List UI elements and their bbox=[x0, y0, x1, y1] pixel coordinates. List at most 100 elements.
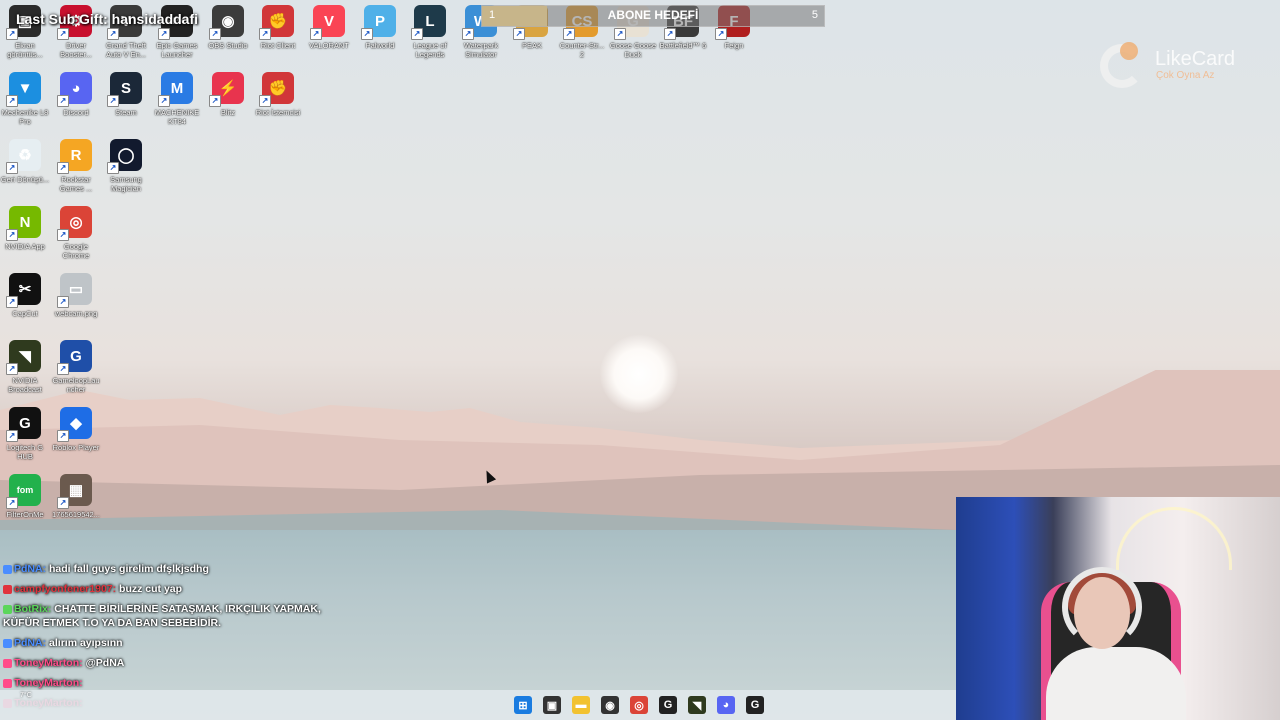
shortcut-arrow-icon: ↗ bbox=[158, 28, 170, 40]
desktop-icon-label: Mechenike L8 Pro bbox=[1, 108, 49, 126]
desktop-icon-label: CapCut bbox=[12, 309, 38, 318]
mechenike-icon: ▼ ↗ bbox=[6, 72, 41, 107]
shortcut-arrow-icon: ↗ bbox=[6, 162, 18, 174]
desktop-icon[interactable]: ◥ ↗ NVIDIA Broadcast bbox=[0, 340, 50, 394]
desktop-icon[interactable]: ✊ ↗ Riot Client bbox=[253, 5, 303, 50]
desktop-icon-label: MACHENIKE KT84 bbox=[154, 108, 200, 126]
desktop-icon[interactable]: ◯ ↗ Samsung Magician bbox=[101, 139, 151, 193]
riot-istemcisi-icon: ✊ ↗ bbox=[259, 72, 294, 107]
desktop-icon-label: Riot Client bbox=[260, 41, 296, 50]
weather-widget[interactable]: 7°C bbox=[20, 692, 32, 699]
desktop-icon[interactable]: ⚡ ↗ Blitz bbox=[203, 72, 253, 117]
desktop-icon[interactable]: P ↗ Palworld bbox=[355, 5, 405, 50]
riot-client-icon: ✊ ↗ bbox=[259, 5, 294, 40]
desktop-icon[interactable]: ✂ ↗ CapCut bbox=[0, 273, 50, 318]
desktop-icon[interactable]: L ↗ League of Legends bbox=[405, 5, 455, 59]
desktop-icon-label: webcam.png bbox=[54, 309, 98, 318]
chat-username: PdNA: bbox=[14, 637, 47, 649]
chrome-taskbar-icon[interactable]: ◎ bbox=[630, 696, 648, 714]
desktop-icon[interactable]: ✊ ↗ Riot İstemcisi bbox=[253, 72, 303, 117]
neon-light bbox=[1116, 507, 1232, 570]
streamer-body bbox=[1046, 647, 1186, 720]
desktop-icon[interactable]: ♻ ↗ Geri Dönüşü... bbox=[0, 139, 50, 184]
chat-text: CHATTE BİRİLERİNE SATAŞMAK, IRKÇILIK YAP… bbox=[3, 603, 321, 629]
desktop-icon[interactable]: ◆ ↗ Roblox Player bbox=[51, 407, 101, 452]
desktop-icon-label: FilterOnMe bbox=[6, 510, 44, 519]
desktop-icon-label: Riot İstemcisi bbox=[255, 108, 301, 117]
desktop-icon-label: Feign bbox=[724, 41, 744, 50]
desktop-icon[interactable]: ◎ ↗ Google Chrome bbox=[51, 206, 101, 260]
obs-taskbar-icon[interactable]: ◉ bbox=[601, 696, 619, 714]
windows-taskbar: ⊞ ▣ ▬ ◉ ◎ G ◥ ◕ G bbox=[0, 690, 956, 720]
chat-message: BotRix: CHATTE BİRİLERİNE SATAŞMAK, IRKÇ… bbox=[3, 602, 323, 630]
desktop-icon-label: Rockstar Games ... bbox=[59, 175, 93, 193]
chrome-icon: ◎ ↗ bbox=[57, 206, 92, 241]
desktop-icon[interactable]: ▦ ↗ 1765619542... bbox=[51, 474, 101, 519]
shortcut-arrow-icon: ↗ bbox=[513, 28, 525, 40]
sub-goal-title: ABONE HEDEFİ bbox=[607, 8, 699, 22]
shortcut-arrow-icon: ↗ bbox=[158, 95, 170, 107]
shortcut-arrow-icon: ↗ bbox=[6, 296, 18, 308]
shortcut-arrow-icon: ↗ bbox=[57, 497, 69, 509]
shortcut-arrow-icon: ↗ bbox=[715, 28, 727, 40]
desktop-icon[interactable]: G ↗ Logitech G HUB bbox=[0, 407, 50, 461]
desktop-icon-label: OBS Studio bbox=[208, 41, 248, 50]
desktop-icon[interactable]: M ↗ MACHENIKE KT84 bbox=[152, 72, 202, 126]
desktop-icon[interactable]: G ↗ GameloopLauncher bbox=[51, 340, 101, 394]
shortcut-arrow-icon: ↗ bbox=[6, 229, 18, 241]
shortcut-arrow-icon: ↗ bbox=[563, 28, 575, 40]
desktop-icon[interactable]: S ↗ Steam bbox=[101, 72, 151, 117]
shortcut-arrow-icon: ↗ bbox=[57, 28, 69, 40]
file-explorer-icon[interactable]: ▬ bbox=[572, 696, 590, 714]
desktop-icon-label: Samsung Magician bbox=[110, 175, 142, 193]
likecard-logo: LikeCard Çok Oyna Az bbox=[1100, 42, 1260, 92]
task-view-icon[interactable]: ▣ bbox=[543, 696, 561, 714]
shortcut-arrow-icon: ↗ bbox=[6, 497, 18, 509]
desktop-icon[interactable]: fom ↗ FilterOnMe bbox=[0, 474, 50, 519]
chat-username: ToneyMarton: bbox=[14, 657, 83, 669]
desktop-icon[interactable]: R ↗ Rockstar Games ... bbox=[51, 139, 101, 193]
desktop-icon[interactable]: ▭ ↗ webcam.png bbox=[51, 273, 101, 318]
steam-icon: S ↗ bbox=[107, 72, 142, 107]
chat-message: ToneyMarton: bbox=[3, 676, 323, 690]
chat-message: PdNA: hadi fall guys girelim dfşlkjsdhg bbox=[3, 562, 323, 576]
sub-goal-bar: 1 ABONE HEDEFİ 5 bbox=[481, 5, 825, 27]
nvidia-taskbar-icon[interactable]: ◥ bbox=[688, 696, 706, 714]
desktop-icon-label: Palworld bbox=[365, 41, 395, 50]
chat-text: alırım ayıpsınn bbox=[49, 637, 123, 649]
desktop-icon[interactable]: ◉ ↗ OBS Studio bbox=[203, 5, 253, 50]
discord-icon: ◕ ↗ bbox=[57, 72, 92, 107]
windows-start-icon[interactable]: ⊞ bbox=[514, 696, 532, 714]
chat-username: ToneyMarton: bbox=[14, 677, 83, 689]
samsung-magician-icon: ◯ ↗ bbox=[107, 139, 142, 174]
desktop-icon[interactable]: ▼ ↗ Mechenike L8 Pro bbox=[0, 72, 50, 126]
shortcut-arrow-icon: ↗ bbox=[57, 296, 69, 308]
shortcut-arrow-icon: ↗ bbox=[57, 162, 69, 174]
likecard-brand: LikeCard bbox=[1155, 48, 1236, 70]
chat-text: @PdNA bbox=[85, 657, 125, 669]
chat-text: buzz cut yap bbox=[119, 583, 183, 595]
desktop-icon-label: 1765619542... bbox=[52, 510, 100, 519]
shortcut-arrow-icon: ↗ bbox=[361, 28, 373, 40]
desktop-icon-label: PEAK bbox=[521, 41, 542, 50]
desktop-icon[interactable]: ◕ ↗ Discord bbox=[51, 72, 101, 117]
ghub-taskbar-icon[interactable]: G bbox=[659, 696, 677, 714]
desktop-icon-label: Counter-Str... 2 bbox=[559, 41, 605, 59]
shortcut-arrow-icon: ↗ bbox=[107, 162, 119, 174]
ghub-taskbar-icon-2[interactable]: G bbox=[746, 696, 764, 714]
shortcut-arrow-icon: ↗ bbox=[614, 28, 626, 40]
shortcut-arrow-icon: ↗ bbox=[107, 95, 119, 107]
shortcut-arrow-icon: ↗ bbox=[6, 430, 18, 442]
chat-badge-icon bbox=[3, 584, 12, 594]
desktop-icon[interactable]: V ↗ VALORANT bbox=[304, 5, 354, 50]
machenike-kt84-icon: M ↗ bbox=[158, 72, 193, 107]
chat-message: PdNA: alırım ayıpsınn bbox=[3, 636, 323, 650]
shortcut-arrow-icon: ↗ bbox=[57, 363, 69, 375]
desktop-icon[interactable]: N ↗ NVIDIA App bbox=[0, 206, 50, 251]
chat-badge-icon bbox=[3, 678, 12, 688]
discord-taskbar-icon[interactable]: ◕ bbox=[717, 696, 735, 714]
desktop-icon-label: Geri Dönüşü... bbox=[0, 175, 50, 184]
chat-username: PdNA: bbox=[14, 563, 47, 575]
image-file-icon: ▭ ↗ bbox=[57, 273, 92, 308]
nvidia-broadcast-icon: ◥ ↗ bbox=[6, 340, 41, 375]
